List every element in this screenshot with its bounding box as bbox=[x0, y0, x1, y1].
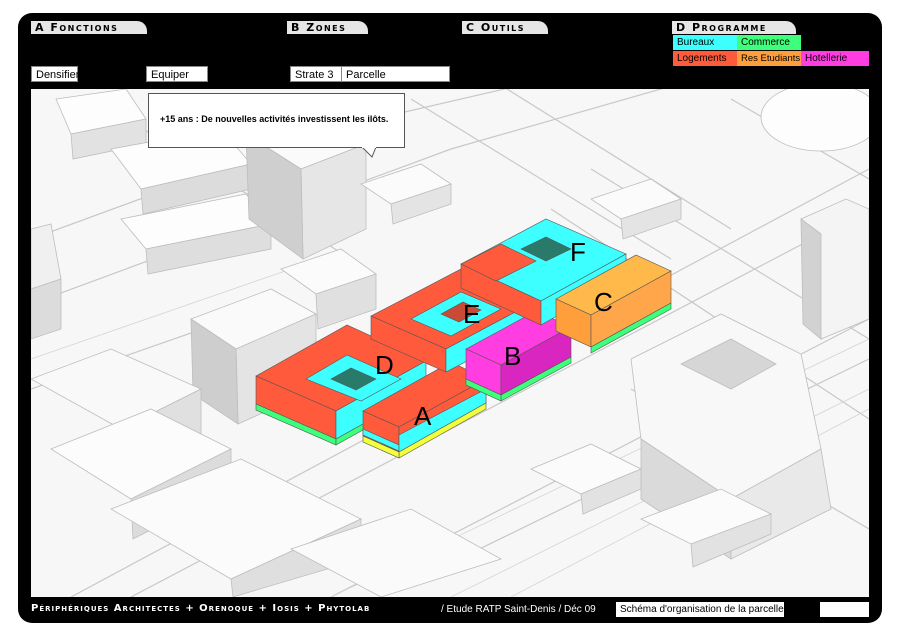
caption-box: Schéma d'organisation de la parcelle bbox=[616, 602, 784, 617]
timeline-callout: +15 ans : De nouvelles activités investi… bbox=[148, 93, 405, 148]
footer-credits: Périphériques Architectes + Orenoque + I… bbox=[31, 603, 371, 614]
city-model: D A B C E F bbox=[31, 89, 869, 597]
blank-box bbox=[820, 602, 869, 617]
legend-logements[interactable]: Logements bbox=[673, 51, 737, 66]
legend-res-etudiants[interactable]: Res Etudiants bbox=[737, 51, 801, 66]
tab-programme[interactable]: D Programme bbox=[672, 21, 796, 34]
footer-study: / Etude RATP Saint-Denis / Déc 09 bbox=[441, 604, 596, 615]
callout-emphasis: +15 ans bbox=[160, 114, 194, 124]
legend-commerce[interactable]: Commerce bbox=[737, 35, 801, 50]
callout-pointer bbox=[361, 147, 377, 158]
block-label-a: A bbox=[414, 401, 432, 431]
block-label-e: E bbox=[463, 299, 480, 329]
callout-text: : De nouvelles activités investissent le… bbox=[193, 114, 389, 124]
block-label-f: F bbox=[570, 237, 586, 267]
block-label-c: C bbox=[594, 287, 613, 317]
strate-field[interactable]: Strate 3 bbox=[290, 66, 341, 82]
axonometric-map: D A B C E F bbox=[31, 89, 869, 597]
tab-zones[interactable]: B Zones bbox=[287, 21, 368, 34]
tab-fonctions[interactable]: A Fonctions bbox=[31, 21, 147, 34]
tab-outils[interactable]: C Outils bbox=[462, 21, 548, 34]
densifier-button[interactable]: Densifier bbox=[31, 66, 79, 82]
block-label-d: D bbox=[375, 350, 394, 380]
equiper-button[interactable]: Equiper bbox=[146, 66, 208, 82]
legend-bureaux[interactable]: Bureaux bbox=[673, 35, 737, 50]
parcelle-field[interactable]: Parcelle bbox=[341, 66, 450, 82]
legend-hotellerie[interactable]: Hotellerie bbox=[801, 51, 869, 66]
block-label-b: B bbox=[504, 341, 521, 371]
